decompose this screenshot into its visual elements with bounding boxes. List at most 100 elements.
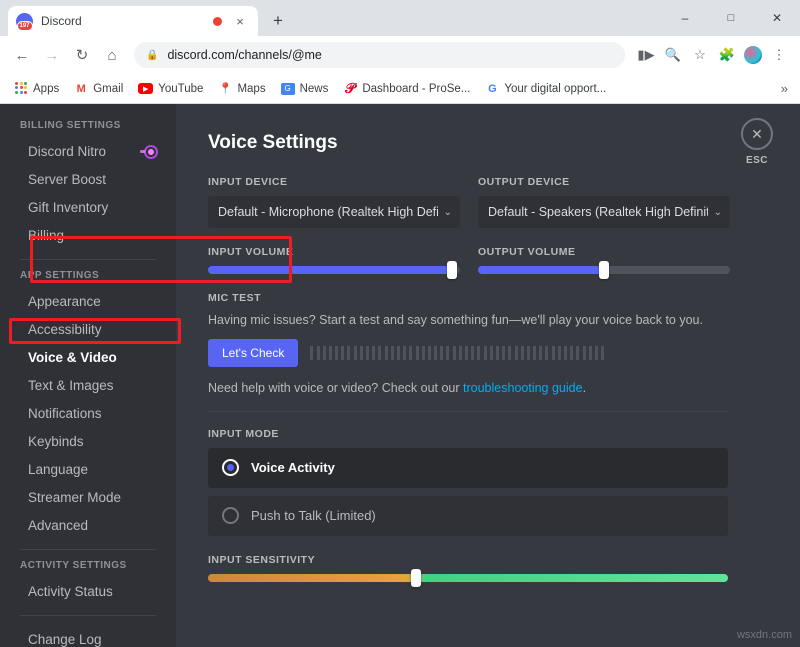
- star-icon[interactable]: ☆: [687, 42, 713, 68]
- window-minimize-button[interactable]: –: [662, 0, 708, 36]
- sidebar-heading-app: APP SETTINGS: [0, 270, 176, 287]
- output-volume-group: OUTPUT VOLUME: [478, 246, 730, 274]
- bookmark-digital-opportunity[interactable]: G Your digital opport...: [479, 79, 612, 99]
- slider-handle[interactable]: [411, 569, 421, 587]
- home-button[interactable]: ⌂: [98, 41, 126, 69]
- sidebar-heading-activity: ACTIVITY SETTINGS: [0, 560, 176, 577]
- slider-handle[interactable]: [447, 261, 457, 279]
- google-icon: G: [485, 82, 499, 96]
- sidebar-item-label: Change Log: [28, 632, 102, 647]
- sidebar-divider: [20, 549, 156, 550]
- input-mode-option-voice-activity[interactable]: Voice Activity: [208, 448, 728, 488]
- mic-level-meter: [310, 346, 728, 360]
- nitro-wheel-icon: [144, 145, 158, 159]
- esc-label: ESC: [736, 155, 778, 166]
- sidebar-item-keybinds[interactable]: Keybinds: [8, 428, 168, 455]
- chrome-menu-icon[interactable]: ⋮: [766, 42, 792, 68]
- new-tab-button[interactable]: +: [268, 11, 288, 31]
- sidebar-item-label: Discord Nitro: [28, 144, 106, 159]
- toolbar-icons: ▮▶ 🔍 ☆ 🧩 ⋮: [633, 42, 792, 68]
- browser-tab-discord[interactable]: 197 Discord ×: [8, 6, 258, 36]
- profile-avatar[interactable]: [744, 46, 762, 64]
- close-settings-button[interactable]: ✕ ESC: [736, 118, 778, 166]
- input-device-select[interactable]: Default - Microphone (Realtek High Defin…: [208, 196, 460, 228]
- settings-sidebar: BILLING SETTINGS Discord Nitro Server Bo…: [0, 104, 176, 647]
- sidebar-item-streamer-mode[interactable]: Streamer Mode: [8, 484, 168, 511]
- recording-indicator-icon[interactable]: [213, 17, 222, 26]
- help-text-after: .: [583, 381, 586, 395]
- input-volume-group: INPUT VOLUME: [208, 246, 460, 274]
- window-controls: – □ ✕: [662, 0, 800, 36]
- bookmark-label: YouTube: [158, 83, 203, 95]
- sidebar-item-label: Text & Images: [28, 378, 114, 393]
- sidebar-item-appearance[interactable]: Appearance: [8, 288, 168, 315]
- bookmark-label: Gmail: [93, 83, 123, 95]
- sidebar-item-server-boost[interactable]: Server Boost: [8, 166, 168, 193]
- output-device-group: OUTPUT DEVICE Default - Speakers (Realte…: [478, 176, 730, 228]
- extensions-icon[interactable]: 🧩: [714, 42, 740, 68]
- volume-sliders-row: INPUT VOLUME OUTPUT VOLUME: [208, 246, 800, 274]
- sidebar-item-activity-status[interactable]: Activity Status: [8, 578, 168, 605]
- sidebar-divider: [20, 615, 156, 616]
- tab-strip: 197 Discord × + – □ ✕: [0, 0, 800, 36]
- sidebar-item-notifications[interactable]: Notifications: [8, 400, 168, 427]
- sidebar-item-change-log[interactable]: Change Log: [8, 626, 168, 647]
- back-button[interactable]: ←: [8, 41, 36, 69]
- sidebar-item-text-and-images[interactable]: Text & Images: [8, 372, 168, 399]
- sidebar-item-gift-inventory[interactable]: Gift Inventory: [8, 194, 168, 221]
- favicon-badge: 197: [16, 21, 32, 31]
- output-volume-slider[interactable]: [478, 266, 730, 274]
- sidebar-item-accessibility[interactable]: Accessibility: [8, 316, 168, 343]
- maps-pin-icon: 📍: [218, 82, 232, 96]
- input-device-label: INPUT DEVICE: [208, 176, 460, 188]
- input-sensitivity-slider[interactable]: [208, 574, 728, 582]
- sidebar-item-language[interactable]: Language: [8, 456, 168, 483]
- bookmark-maps[interactable]: 📍 Maps: [212, 79, 271, 99]
- input-mode-option-push-to-talk[interactable]: Push to Talk (Limited): [208, 496, 728, 536]
- bookmark-dashboard[interactable]: 𝒫 Dashboard - ProSe...: [337, 79, 476, 99]
- reload-button[interactable]: ↻: [68, 41, 96, 69]
- sidebar-item-voice-and-video[interactable]: Voice & Video: [8, 344, 168, 371]
- lock-icon: 🔒: [146, 50, 158, 61]
- bookmark-label: Maps: [237, 83, 265, 95]
- discord-settings-window: BILLING SETTINGS Discord Nitro Server Bo…: [0, 104, 800, 647]
- slider-handle[interactable]: [599, 261, 609, 279]
- troubleshooting-guide-link[interactable]: troubleshooting guide: [463, 381, 583, 395]
- bookmark-youtube[interactable]: ▶ YouTube: [132, 80, 209, 98]
- input-sensitivity-section: INPUT SENSITIVITY: [208, 554, 728, 582]
- output-device-value: Default - Speakers (Realtek High Definit…: [488, 205, 708, 219]
- bookmark-gmail[interactable]: M Gmail: [68, 79, 129, 99]
- input-device-value: Default - Microphone (Realtek High Defin…: [218, 205, 438, 219]
- input-mode-section: INPUT MODE Voice Activity Push to Talk (…: [208, 428, 800, 536]
- option-label: Push to Talk (Limited): [251, 508, 376, 523]
- zoom-out-icon[interactable]: 🔍: [660, 42, 686, 68]
- mic-test-row: Let's Check: [208, 339, 728, 367]
- output-device-select[interactable]: Default - Speakers (Realtek High Definit…: [478, 196, 730, 228]
- mic-test-label: MIC TEST: [208, 292, 800, 304]
- sidebar-item-label: Activity Status: [28, 584, 113, 599]
- camera-icon[interactable]: ▮▶: [633, 42, 659, 68]
- sidebar-item-advanced[interactable]: Advanced: [8, 512, 168, 539]
- sidebar-item-discord-nitro[interactable]: Discord Nitro: [8, 138, 168, 165]
- sidebar-item-label: Streamer Mode: [28, 490, 121, 505]
- slider-fill: [478, 266, 604, 274]
- window-maximize-button[interactable]: □: [708, 0, 754, 36]
- lets-check-button[interactable]: Let's Check: [208, 339, 298, 367]
- input-volume-label: INPUT VOLUME: [208, 246, 460, 258]
- address-bar[interactable]: 🔒 discord.com/channels/@me: [134, 42, 625, 68]
- bookmark-label: Your digital opport...: [504, 83, 606, 95]
- close-icon: ✕: [741, 118, 773, 150]
- forward-button[interactable]: →: [38, 41, 66, 69]
- input-volume-slider[interactable]: [208, 266, 460, 274]
- tab-close-icon[interactable]: ×: [230, 11, 250, 31]
- bookmark-news[interactable]: G News: [275, 80, 335, 98]
- section-divider: [208, 411, 728, 412]
- bookmarks-overflow-button[interactable]: »: [781, 81, 792, 96]
- help-text-before: Need help with voice or video? Check out…: [208, 381, 463, 395]
- window-close-button[interactable]: ✕: [754, 0, 800, 36]
- bookmarks-bar: Apps M Gmail ▶ YouTube 📍 Maps G News 𝒫 D…: [0, 74, 800, 104]
- sidebar-item-billing[interactable]: Billing: [8, 222, 168, 249]
- bookmark-apps[interactable]: Apps: [8, 79, 65, 99]
- input-sensitivity-label: INPUT SENSITIVITY: [208, 554, 728, 566]
- discord-favicon: 197: [16, 13, 33, 30]
